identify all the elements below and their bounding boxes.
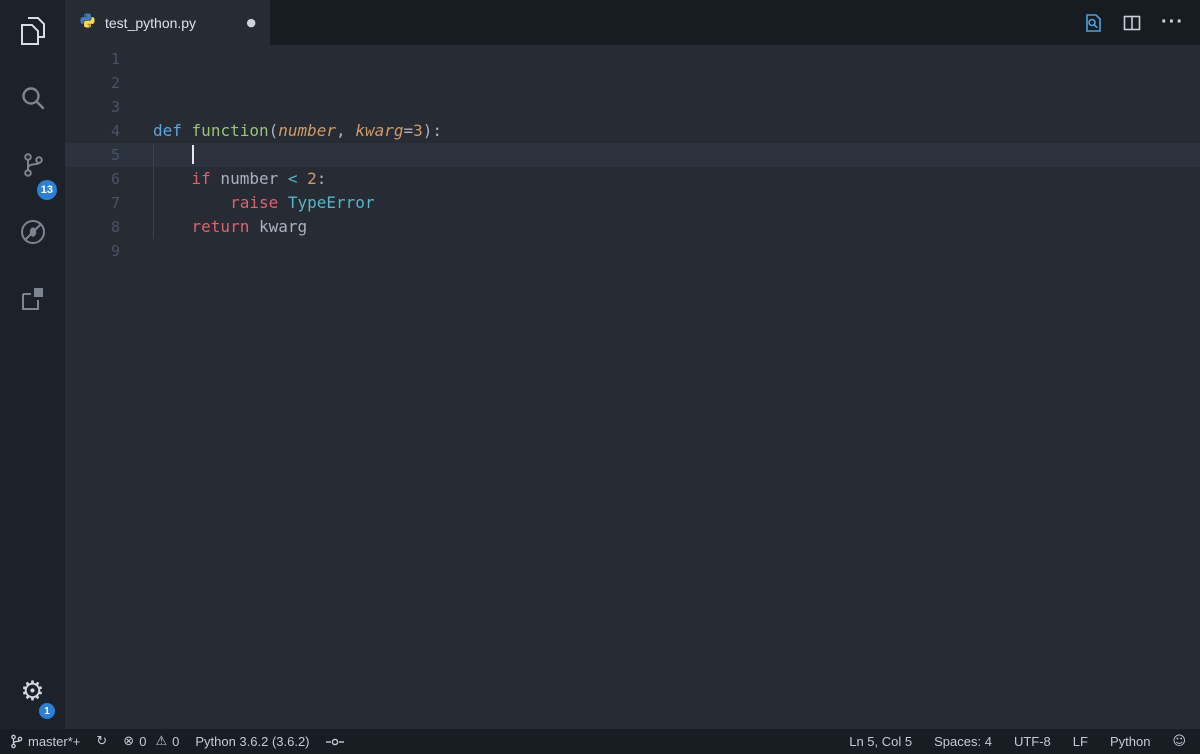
python-file-icon — [79, 12, 96, 34]
files-icon — [19, 16, 47, 51]
eol-status[interactable]: LF — [1073, 734, 1088, 749]
line-number: 5 — [65, 143, 120, 167]
target-icon — [326, 736, 344, 748]
code-line[interactable]: 8 return kwarg — [65, 215, 1200, 239]
activity-extensions-button[interactable] — [0, 268, 65, 335]
code-text — [120, 239, 153, 263]
line-number: 1 — [65, 47, 120, 71]
code-text — [120, 47, 153, 71]
indent-guide — [153, 143, 154, 239]
activity-settings-button[interactable]: ⚙ 1 — [0, 663, 65, 719]
code-text — [120, 95, 153, 119]
status-bar: master*+ ↻ ⊗ 0 ⚠ 0 Python 3.6.2 (3.6.2) — [0, 729, 1200, 754]
modified-dot-icon[interactable]: ● — [246, 16, 256, 29]
split-editor-icon — [1123, 14, 1141, 32]
editor[interactable]: 1234def function(number, kwarg=3):5 6 if… — [65, 45, 1200, 729]
code-line[interactable]: 6 if number < 2: — [65, 167, 1200, 191]
gear-icon: ⚙ — [20, 678, 44, 705]
branch-label: master*+ — [28, 734, 80, 749]
feedback-smiley-icon[interactable]: ☺ — [1172, 734, 1186, 749]
tab-test-python[interactable]: test_python.py ● — [65, 0, 270, 45]
code-text: return kwarg — [120, 215, 307, 239]
code-line[interactable]: 1 — [65, 47, 1200, 71]
encoding-status[interactable]: UTF-8 — [1014, 734, 1051, 749]
git-branch-icon — [20, 151, 46, 184]
error-icon: ⊗ — [123, 734, 134, 749]
tab-bar: test_python.py ● — [65, 0, 1200, 45]
status-left: master*+ ↻ ⊗ 0 ⚠ 0 Python 3.6.2 (3.6.2) — [10, 734, 344, 749]
activity-source-control-button[interactable]: 13 — [0, 134, 65, 201]
error-count: 0 — [139, 734, 146, 749]
extensions-icon — [20, 286, 46, 317]
line-number: 2 — [65, 71, 120, 95]
code-text — [120, 143, 194, 167]
line-number: 3 — [65, 95, 120, 119]
activity-search-button[interactable] — [0, 67, 65, 134]
tab-filename: test_python.py — [105, 15, 196, 31]
code-text — [120, 71, 153, 95]
debug-icon — [19, 218, 47, 251]
status-right: Ln 5, Col 5 Spaces: 4 UTF-8 LF Python ☺ — [849, 734, 1186, 749]
problems-status[interactable]: ⊗ 0 ⚠ 0 — [123, 734, 179, 749]
cursor-position-status[interactable]: Ln 5, Col 5 — [849, 734, 912, 749]
branch-icon — [10, 734, 23, 749]
python-interpreter-status[interactable]: Python 3.6.2 (3.6.2) — [195, 734, 309, 749]
editor-actions: ··· — [1083, 0, 1200, 45]
code-line[interactable]: 5 — [65, 143, 1200, 167]
git-branch-status[interactable]: master*+ — [10, 734, 80, 749]
split-editor-button[interactable] — [1123, 14, 1141, 32]
search-icon — [20, 85, 46, 116]
warning-count: 0 — [172, 734, 179, 749]
target-button[interactable] — [326, 736, 344, 748]
vscode-window: 13 ⚙ — [0, 0, 1200, 754]
code-text: def function(number, kwarg=3): — [120, 119, 442, 143]
scm-badge: 13 — [37, 180, 57, 200]
code-line[interactable]: 4def function(number, kwarg=3): — [65, 119, 1200, 143]
code-text: raise TypeError — [120, 191, 375, 215]
editor-group: test_python.py ● — [65, 0, 1200, 729]
editor-lines: 1234def function(number, kwarg=3):5 6 if… — [65, 47, 1200, 263]
warning-icon: ⚠ — [155, 734, 167, 749]
activity-explorer-button[interactable] — [0, 0, 65, 67]
sync-button[interactable]: ↻ — [96, 734, 107, 749]
code-line[interactable]: 3 — [65, 95, 1200, 119]
code-line[interactable]: 2 — [65, 71, 1200, 95]
activity-bar: 13 ⚙ — [0, 0, 65, 729]
line-number: 6 — [65, 167, 120, 191]
line-number: 9 — [65, 239, 120, 263]
activity-debug-button[interactable] — [0, 201, 65, 268]
more-actions-button[interactable]: ··· — [1161, 11, 1184, 34]
line-number: 8 — [65, 215, 120, 239]
preview-icon — [1083, 13, 1103, 33]
code-line[interactable]: 7 raise TypeError — [65, 191, 1200, 215]
open-preview-button[interactable] — [1083, 13, 1103, 33]
indentation-status[interactable]: Spaces: 4 — [934, 734, 992, 749]
settings-badge: 1 — [39, 703, 55, 719]
text-cursor — [192, 145, 194, 164]
line-number: 7 — [65, 191, 120, 215]
main-area: 13 ⚙ — [0, 0, 1200, 729]
code-text: if number < 2: — [120, 167, 326, 191]
sync-icon: ↻ — [96, 734, 107, 749]
code-line[interactable]: 9 — [65, 239, 1200, 263]
language-status[interactable]: Python — [1110, 734, 1150, 749]
line-number: 4 — [65, 119, 120, 143]
